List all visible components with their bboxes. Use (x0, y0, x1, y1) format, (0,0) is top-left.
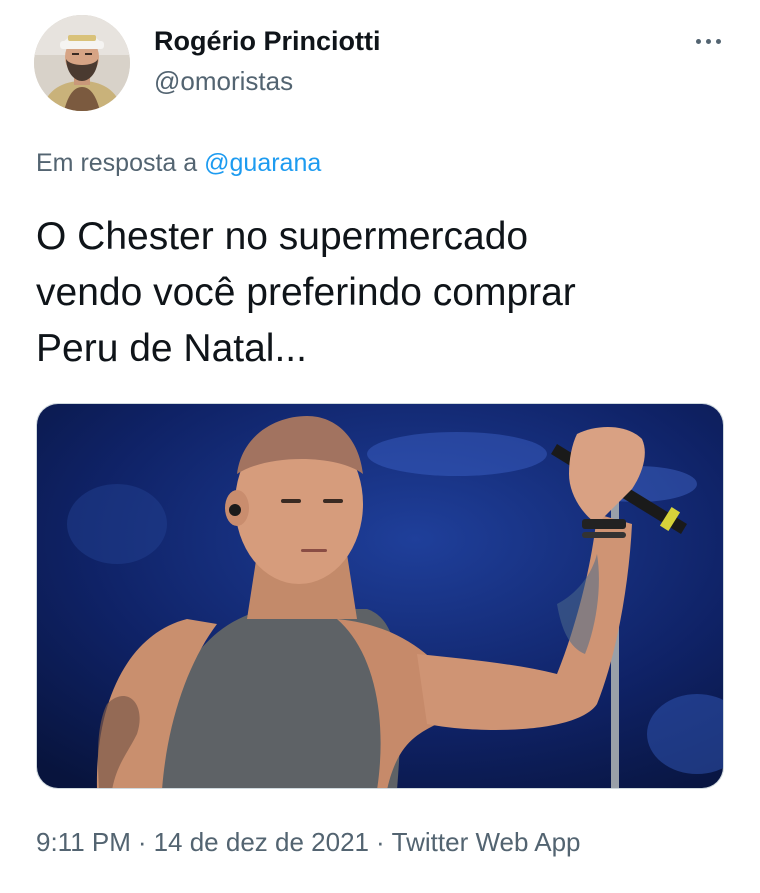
tweet-text-line: Peru de Natal... (36, 327, 307, 370)
reply-context: Em resposta a @guarana (36, 147, 321, 179)
tweet-meta: 9:11 PM · 14 de dez de 2021 · Twitter Web Ap… (36, 824, 581, 860)
tweet-source-link[interactable]: Twitter Web App (392, 827, 581, 857)
author-handle[interactable]: @omoristas (154, 64, 293, 98)
tweet-text-line: vendo você preferindo comprar (36, 271, 576, 314)
tweet-text: O Chester no supermercado vendo você pre… (36, 209, 736, 377)
more-horizontal-icon (695, 38, 701, 44)
author-display-name[interactable]: Rogério Princiotti (154, 24, 381, 58)
tweet-date[interactable]: 14 de dez de 2021 (154, 827, 369, 857)
tweet-text-line: O Chester no supermercado (36, 215, 529, 258)
tweet-time[interactable]: 9:11 PM (36, 827, 131, 857)
reply-prefix: Em resposta a (36, 149, 198, 177)
tweet-media-photo[interactable] (36, 403, 724, 789)
more-options-button[interactable] (686, 26, 730, 56)
more-horizontal-icon-dot (715, 38, 721, 44)
meta-separator: · (376, 827, 385, 857)
avatar[interactable] (34, 15, 130, 111)
more-horizontal-icon-dot (705, 38, 711, 44)
reply-mention-link[interactable]: @guarana (204, 149, 321, 177)
meta-separator: · (137, 827, 147, 857)
